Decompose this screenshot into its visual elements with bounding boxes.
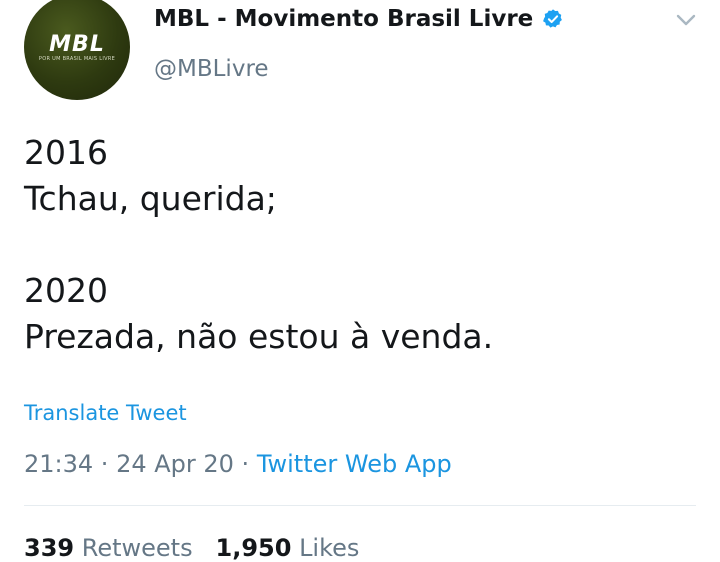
verified-badge-icon (542, 8, 564, 30)
account-name[interactable]: MBL - Movimento Brasil Livre (154, 6, 533, 32)
avatar-tagline: POR UM BRASIL MAIS LIVRE (38, 56, 116, 62)
retweets-count: 339 (24, 534, 75, 562)
retweets-stat[interactable]: 339 Retweets (24, 534, 193, 562)
tweet-time[interactable]: 21:34 (24, 450, 93, 478)
account-name-row[interactable]: MBL - Movimento Brasil Livre (154, 6, 564, 32)
likes-stat[interactable]: 1,950 Likes (216, 534, 360, 562)
meta-separator: · (233, 450, 257, 478)
tweet-date[interactable]: 24 Apr 20 (116, 450, 234, 478)
meta-separator: · (93, 450, 117, 478)
likes-count: 1,950 (215, 534, 292, 562)
chevron-down-icon[interactable] (674, 8, 698, 32)
tweet-text: 2016 Tchau, querida; 2020 Prezada, não e… (24, 133, 494, 356)
likes-label: Likes (299, 534, 360, 562)
divider (24, 505, 696, 506)
tweet-meta: 21:34 · 24 Apr 20 · Twitter Web App (24, 450, 452, 478)
account-handle[interactable]: @MBLivre (154, 56, 269, 82)
avatar[interactable]: MBL POR UM BRASIL MAIS LIVRE (24, 0, 130, 100)
tweet-source-link[interactable]: Twitter Web App (257, 450, 452, 478)
retweets-label: Retweets (81, 534, 193, 562)
translate-tweet-link[interactable]: Translate Tweet (24, 401, 187, 425)
avatar-logo: MBL (49, 32, 105, 57)
tweet-header: MBL POR UM BRASIL MAIS LIVRE MBL - Movim… (0, 0, 720, 110)
tweet-stats: 339 Retweets 1,950 Likes (24, 534, 359, 562)
